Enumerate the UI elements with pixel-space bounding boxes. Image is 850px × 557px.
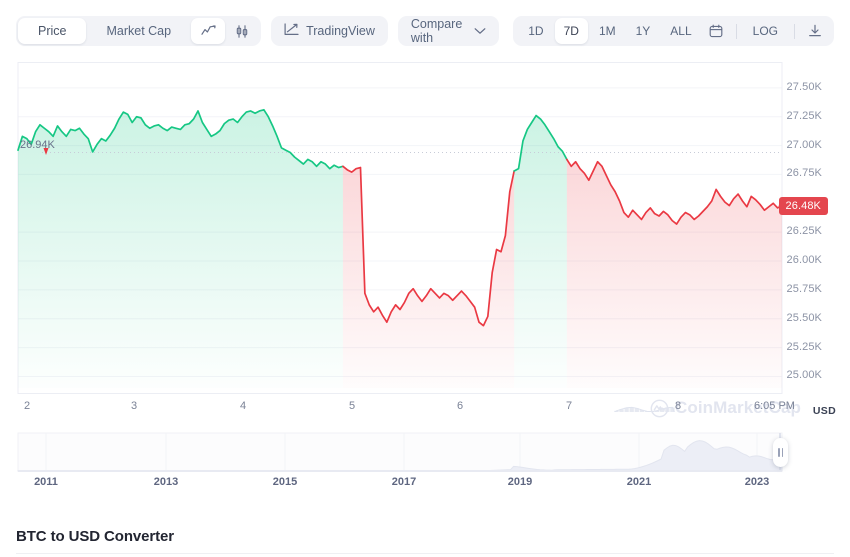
- x-axis-labels: 2 3 4 5 6 7 8 6:05 PM: [0, 400, 850, 424]
- log-scale-button[interactable]: LOG: [744, 18, 787, 44]
- navigator-year-tick: 2019: [507, 476, 533, 488]
- range-7d[interactable]: 7D: [554, 18, 588, 44]
- navigator-year-tick: 2011: [34, 476, 58, 488]
- x-axis-tick: 5: [348, 400, 356, 412]
- tradingview-button[interactable]: TradingView: [271, 16, 388, 46]
- navigator-handle-right[interactable]: [773, 438, 788, 467]
- compare-with-dropdown[interactable]: Compare with: [397, 16, 500, 46]
- y-axis-labels: 27.50K 27.25K 27.00K 26.75K 26.25K 26.00K 25.7…: [770, 62, 850, 412]
- y-axis-tick: 27.50K: [786, 80, 822, 93]
- tradingview-label: TradingView: [306, 24, 375, 38]
- y-axis-tick: 25.00K: [786, 369, 822, 382]
- x-axis-tick: 7: [565, 400, 573, 412]
- range-1d[interactable]: 1D: [519, 18, 552, 44]
- range-1y[interactable]: 1Y: [627, 18, 660, 44]
- price-chart[interactable]: 27.50K 27.25K 27.00K 26.75K 26.25K 26.00K 25.7…: [0, 62, 850, 417]
- range-all[interactable]: ALL: [661, 18, 700, 44]
- y-axis-tick: 26.75K: [786, 167, 822, 180]
- y-axis-tick: 27.00K: [786, 138, 822, 151]
- tab-price[interactable]: Price: [18, 18, 87, 44]
- x-axis-tick: 6: [456, 400, 464, 412]
- y-axis-tick: 25.25K: [786, 340, 822, 353]
- y-axis-tick: 26.00K: [786, 254, 822, 266]
- toolbar-divider: [735, 23, 737, 39]
- drag-handle-icon: [781, 448, 783, 457]
- tab-market-cap[interactable]: Market Cap: [86, 18, 191, 44]
- x-axis-tick: 8: [674, 400, 682, 412]
- range-navigator[interactable]: [0, 430, 850, 478]
- navigator-year-tick: 2013: [153, 476, 179, 488]
- calendar-icon[interactable]: [703, 18, 729, 44]
- converter-heading: BTC to USD Converter: [16, 528, 175, 545]
- open-price-label: 26.94K: [20, 138, 55, 151]
- chevron-down-icon: [474, 24, 486, 38]
- tradingview-icon: [284, 23, 299, 39]
- x-axis-tick: 3: [130, 400, 138, 412]
- y-axis-tick: 25.50K: [786, 311, 822, 324]
- candlestick-chart-icon[interactable]: [225, 18, 259, 44]
- download-icon[interactable]: [802, 18, 828, 44]
- footer-divider: [16, 553, 834, 554]
- metric-segment-group: Price Market Cap: [16, 16, 262, 46]
- x-axis-tick: 2: [23, 400, 31, 412]
- x-axis-tick: 4: [239, 400, 247, 412]
- navigator-year-tick: 2017: [391, 476, 417, 488]
- toolbar-divider: [794, 23, 795, 39]
- navigator-year-labels: 2011 2013 2015 2017 2019 2021 2023: [0, 476, 850, 496]
- line-chart-icon[interactable]: [191, 18, 226, 44]
- compare-with-label: Compare with: [410, 17, 463, 45]
- y-axis-tick: 27.25K: [786, 109, 822, 122]
- navigator-canvas: [17, 432, 783, 472]
- drag-handle-icon: [778, 448, 780, 457]
- y-axis-tick: 26.25K: [786, 225, 822, 238]
- x-axis-tick: 6:05 PM: [754, 400, 795, 412]
- navigator-year-tick: 2015: [272, 476, 298, 488]
- navigator-year-tick: 2023: [744, 476, 770, 488]
- navigator-year-tick: 2021: [626, 476, 652, 488]
- y-axis-tick: 25.75K: [786, 282, 822, 295]
- chart-toolbar: Price Market Cap TradingView Compare wit…: [0, 0, 850, 62]
- time-range-group: 1D 7D 1M 1Y ALL LOG: [513, 16, 834, 46]
- range-1m[interactable]: 1M: [590, 18, 625, 44]
- price-chart-canvas: [17, 62, 786, 412]
- current-price-badge: 26.48K: [778, 196, 828, 215]
- currency-label: USD: [812, 405, 836, 417]
- price-chart-page: Price Market Cap TradingView Compare wit…: [0, 0, 850, 557]
